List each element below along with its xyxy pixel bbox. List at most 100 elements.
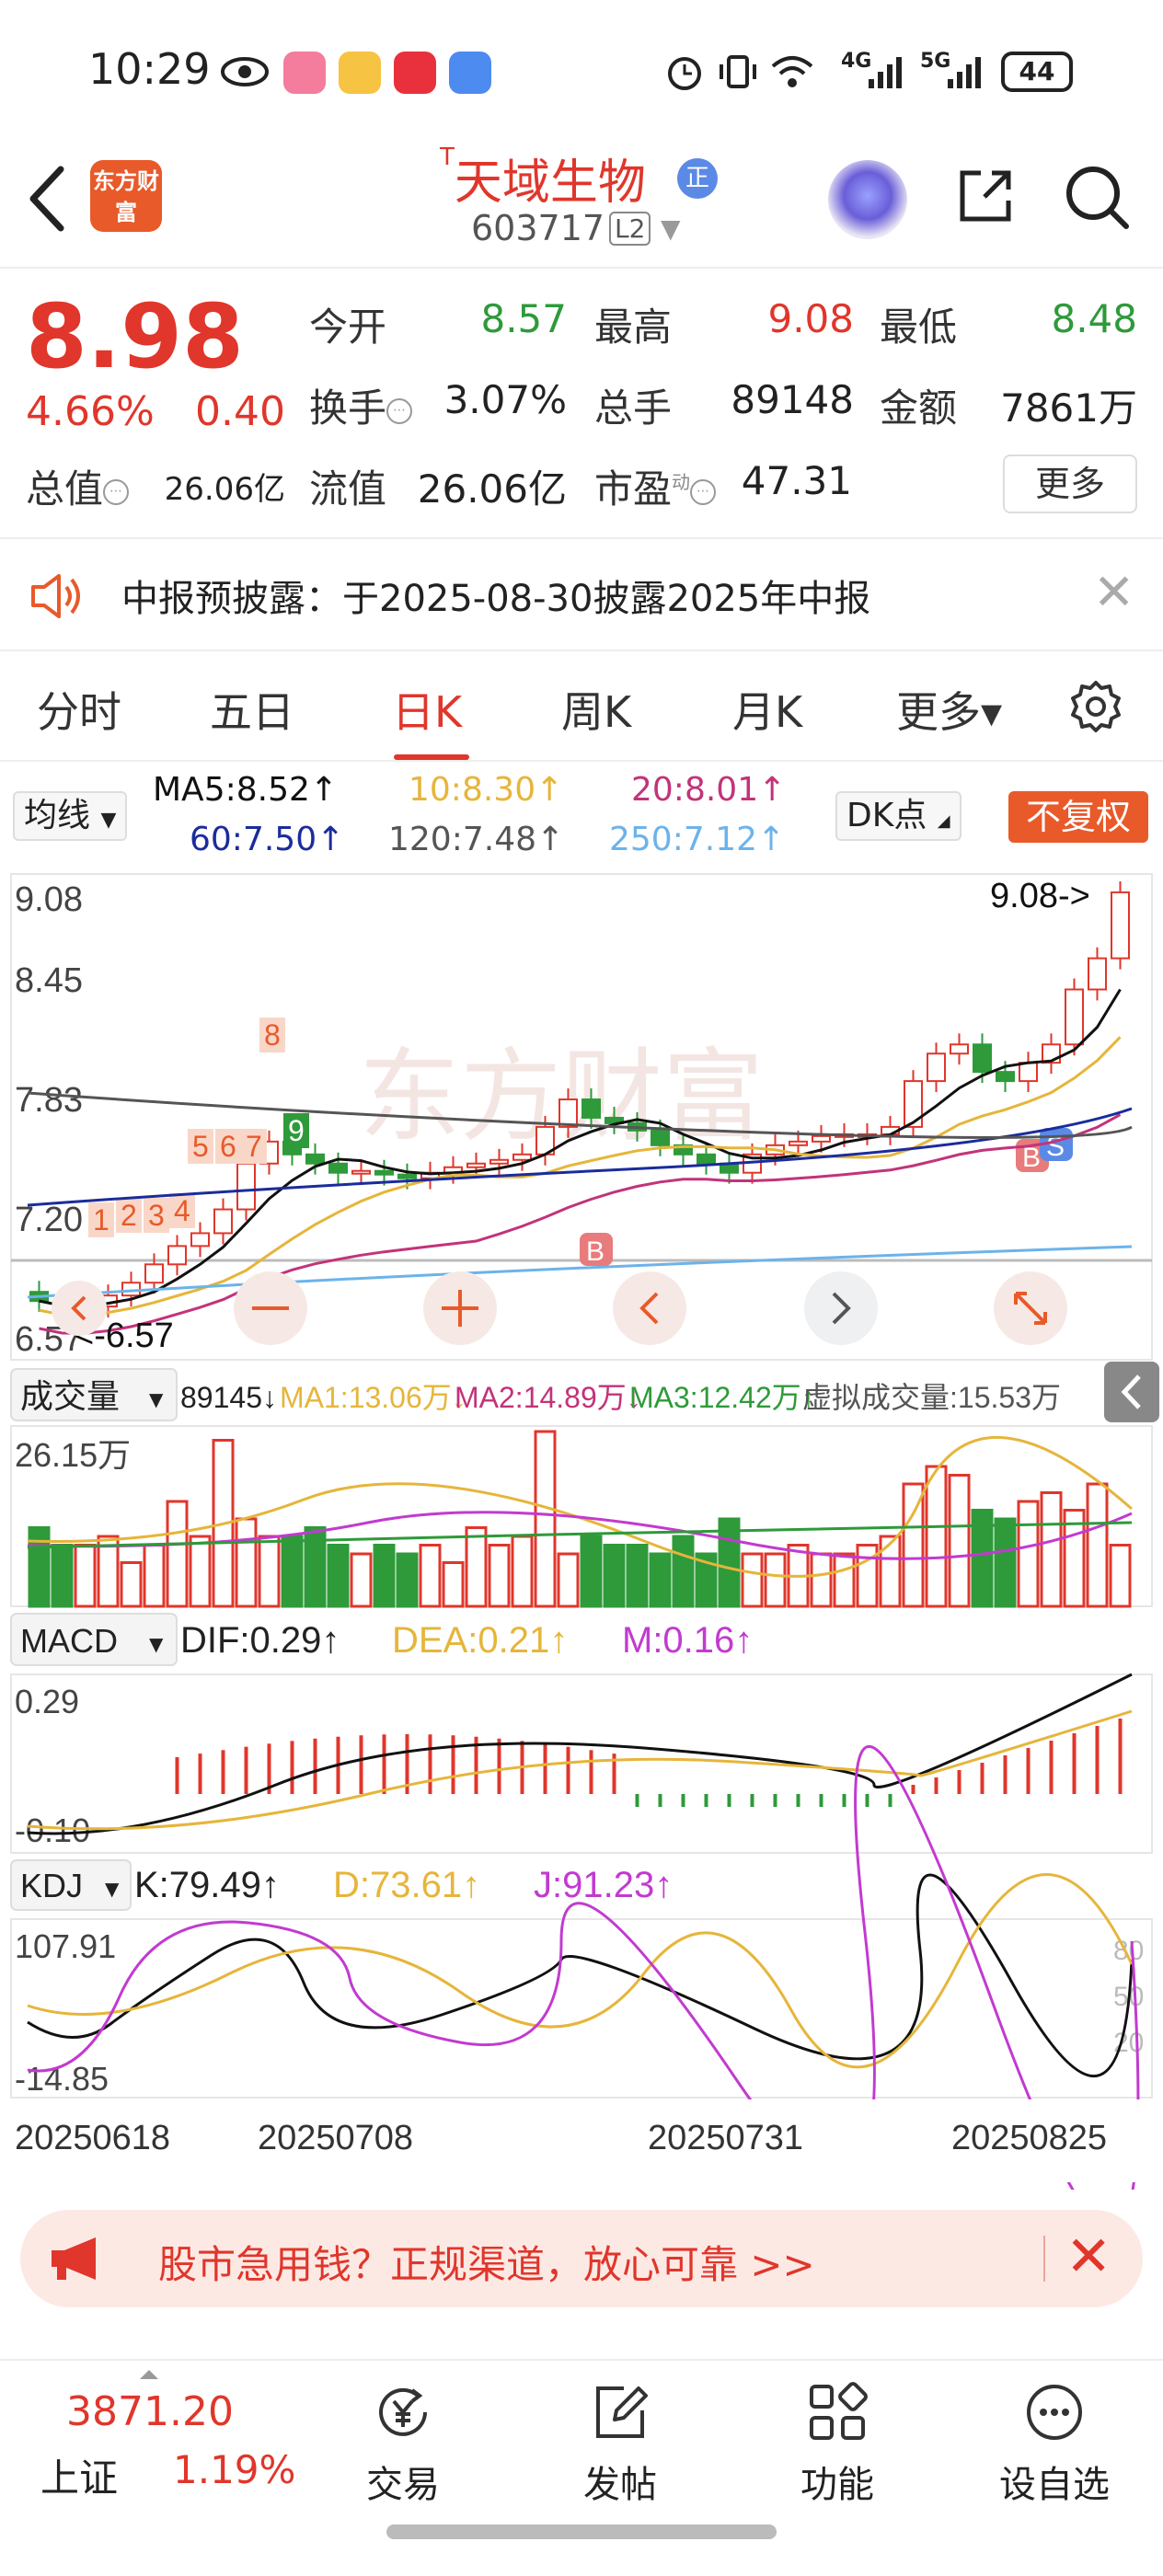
kdj-selector[interactable]: KDJ ▼ — [10, 1859, 132, 1911]
volume-bar — [534, 1430, 557, 1608]
nav-label: 功能 — [800, 2464, 874, 2506]
info-icon[interactable]: ⋯ — [690, 478, 717, 505]
share-icon[interactable] — [953, 164, 1018, 228]
active-tab-indicator — [394, 754, 469, 760]
candle — [489, 1158, 509, 1165]
more-quote-button[interactable]: 更多 — [1003, 454, 1137, 513]
xiaohongshu-app-icon — [394, 52, 436, 94]
candle — [328, 1162, 348, 1174]
dk-point-selector[interactable]: DK点 ◢ — [835, 791, 961, 841]
volume-bar — [74, 1544, 97, 1608]
adjust-mode-button[interactable]: 不复权 — [1008, 791, 1148, 843]
index-value[interactable]: 3871.20 — [66, 2388, 234, 2435]
chevron-left-icon[interactable] — [24, 162, 70, 236]
tab-more[interactable]: 更多▾ — [896, 679, 1002, 740]
macd-dif-line — [27, 1673, 1133, 1835]
total-cap-label: 总值 ⋯ — [26, 458, 130, 514]
macd-dif: DIF:0.29↑ — [180, 1620, 340, 1661]
level2-badge[interactable]: L2 — [609, 212, 651, 246]
candle — [651, 1129, 670, 1146]
zoom-in-button[interactable] — [423, 1271, 497, 1345]
stock-name-prefix: T — [440, 144, 455, 171]
candle — [213, 1208, 233, 1235]
ma-legend: 均线 ▼ MA5:8.52↑ 10:8.30↑ 20:8.01↑ 60:7.50… — [0, 764, 1163, 865]
chevron-down-icon[interactable]: ▼ — [661, 213, 681, 244]
edit-post-icon — [596, 2386, 648, 2438]
nav-label: 设自选 — [999, 2464, 1110, 2506]
date-label: 20250825 — [951, 2119, 1107, 2157]
volume-bar — [350, 1552, 373, 1608]
volume-bar — [143, 1544, 166, 1608]
tab-weekly-k[interactable]: 周K — [561, 679, 631, 740]
notice-bar[interactable]: 中报预披露：于2025-08-30披露2025年中报 ✕ — [0, 537, 1163, 651]
candle — [789, 1140, 808, 1146]
open-label: 今开 — [309, 305, 387, 350]
volume-bar — [649, 1552, 672, 1608]
kline-y-label: 7.20 — [15, 1201, 83, 1239]
low-value: 8.48 — [1051, 296, 1137, 341]
tab-monthly-k[interactable]: 月K — [732, 679, 802, 740]
nav-post[interactable]: 发帖 — [556, 2379, 685, 2508]
close-icon[interactable]: ✕ — [1093, 567, 1134, 618]
info-icon[interactable]: ⋯ — [386, 397, 413, 424]
scroll-left-button[interactable] — [613, 1271, 686, 1345]
close-icon[interactable]: ✕ — [1065, 2226, 1111, 2287]
search-icon[interactable] — [1062, 162, 1132, 232]
volume-bar — [810, 1552, 833, 1608]
kline-y-label: 8.45 — [15, 961, 83, 1000]
candle — [351, 1169, 371, 1175]
tab-daily-k[interactable]: 日K — [392, 679, 462, 740]
expand-button[interactable] — [994, 1271, 1067, 1345]
signal-marker: 2 — [121, 1199, 137, 1232]
volume-bar — [856, 1544, 879, 1608]
macd-selector[interactable]: MACD ▼ — [10, 1613, 178, 1666]
volume-bar — [281, 1535, 304, 1608]
float-cap-value: 26.06亿 — [417, 466, 567, 512]
volume-selector[interactable]: 成交量 ▼ — [10, 1368, 178, 1421]
vibrate-icon — [720, 55, 756, 88]
turnover-value: 3.07% — [443, 377, 567, 422]
ai-assistant-avatar[interactable] — [828, 160, 907, 239]
date-label: 20250731 — [648, 2119, 803, 2157]
brand-logo[interactable]: 东方财富 — [90, 160, 162, 232]
tab-five-day[interactable]: 五日 — [210, 679, 294, 740]
eye-icon — [221, 57, 269, 86]
signal-marker: 3 — [148, 1199, 165, 1232]
stock-charts[interactable]: 东方财富 9.08 8.45 7.83 7.20 6.57 1 2 3 45 6 789B… — [0, 865, 1163, 2190]
signal-marker: 5 — [192, 1130, 209, 1163]
nav-add-watchlist[interactable]: 设自选 — [990, 2379, 1119, 2508]
info-icon[interactable]: ⋯ — [103, 478, 130, 505]
float-cap-label: 流值 — [309, 466, 387, 512]
candle — [466, 1162, 486, 1168]
battery-indicator: 44 — [1001, 52, 1073, 92]
volume-bar — [327, 1544, 350, 1608]
candle — [1065, 988, 1084, 1046]
ad-divider — [1043, 2236, 1045, 2282]
gear-icon[interactable] — [1067, 679, 1124, 736]
index-change: 1.19% — [173, 2447, 296, 2492]
chevron-down-icon: ▼ — [149, 1633, 164, 1655]
home-indicator[interactable] — [386, 2524, 777, 2539]
kdj-j: J:91.23↑ — [534, 1865, 673, 1905]
scroll-left-mini-button[interactable] — [52, 1281, 107, 1336]
scroll-right-button[interactable] — [804, 1271, 878, 1345]
volume-bar — [1040, 1491, 1063, 1608]
volume-bar — [626, 1544, 649, 1608]
caret-up-icon — [140, 2370, 158, 2379]
tab-intraday[interactable]: 分时 — [37, 679, 121, 740]
ad-banner[interactable]: 股市急用钱？正规渠道，放心可靠 >> ✕ — [20, 2210, 1143, 2307]
volume-bar — [166, 1500, 189, 1608]
nav-trade[interactable]: 交易 — [339, 2379, 467, 2508]
pe-dynamic-mark: 动 — [672, 471, 691, 493]
stock-code[interactable]: 603717 — [471, 208, 605, 248]
nav-function[interactable]: 功能 — [773, 2379, 902, 2508]
candle — [996, 1071, 1015, 1083]
collapse-panel-button[interactable] — [1104, 1362, 1159, 1422]
index-name[interactable]: 上证 — [40, 2447, 118, 2503]
volume-bar — [373, 1544, 396, 1608]
macd-bottom-label: -0.10 — [15, 1811, 90, 1849]
candle — [950, 1043, 969, 1055]
zoom-out-button[interactable] — [234, 1271, 307, 1345]
volume-bars — [27, 1430, 1133, 1608]
indicator-selector[interactable]: 均线 ▼ — [13, 791, 128, 841]
